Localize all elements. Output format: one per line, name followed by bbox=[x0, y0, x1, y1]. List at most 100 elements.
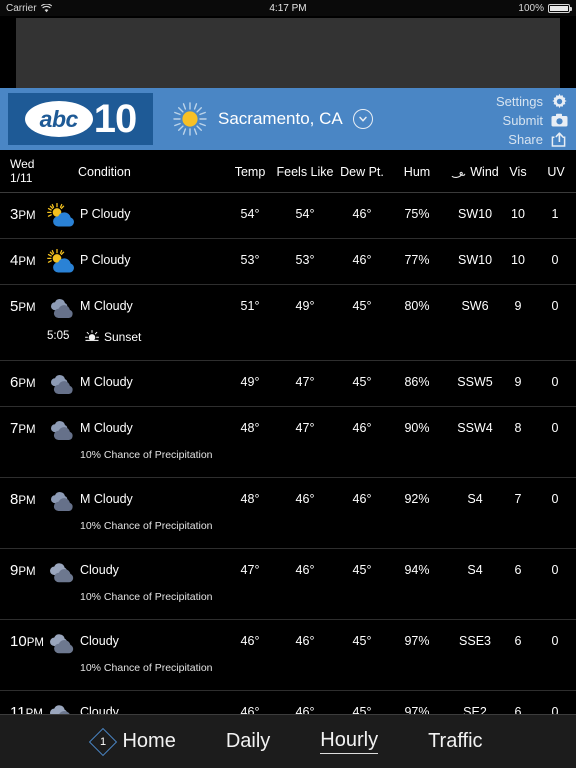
header-uv: UV bbox=[547, 165, 565, 179]
camera-icon bbox=[551, 112, 568, 129]
row-feels: 53° bbox=[295, 253, 315, 267]
share-button[interactable]: Share bbox=[496, 130, 568, 148]
forecast-row[interactable]: 7PM M Cloudy 48° 47° 46° 90% SSW4 8 0 10% Chance … bbox=[0, 407, 576, 478]
row-time: 6PM bbox=[10, 374, 36, 391]
location-selector[interactable]: Sacramento, CA bbox=[172, 88, 373, 150]
forecast-row-main: 8PM M Cloudy 48° 46° 46° 92% S4 7 0 bbox=[0, 478, 576, 523]
row-condition: P Cloudy bbox=[80, 207, 131, 221]
row-hum: 75% bbox=[404, 207, 430, 221]
row-time: 11PM bbox=[10, 704, 43, 714]
share-icon bbox=[551, 131, 568, 148]
row-time: 5PM bbox=[10, 298, 36, 315]
bottom-tab-bar: 1 Home Daily Hourly Traffic bbox=[0, 714, 576, 768]
forecast-table-header: Wed 1/11 Condition Temp Feels Like Dew P… bbox=[0, 150, 576, 193]
row-condition: M Cloudy bbox=[80, 492, 133, 506]
row-feels: 46° bbox=[295, 563, 315, 577]
weather-app-screen: Carrier 4:17 PM 100% abc 10 Sacramento, … bbox=[0, 0, 576, 768]
forecast-row[interactable]: 9PM Cloudy 47° 46° 45° 94% S4 6 0 10% Chance of P… bbox=[0, 549, 576, 620]
row-wind: SW10 bbox=[457, 207, 493, 221]
ad-banner-placeholder[interactable] bbox=[16, 18, 560, 88]
chevron-down-circle-icon[interactable] bbox=[352, 109, 373, 129]
row-temp: 48° bbox=[240, 492, 260, 506]
share-label: Share bbox=[508, 131, 543, 147]
home-diamond-icon: 1 bbox=[89, 727, 118, 756]
partly-cloudy-icon bbox=[47, 248, 77, 275]
row-time: 9PM bbox=[10, 562, 36, 579]
abc10-logo[interactable]: abc 10 bbox=[8, 93, 153, 145]
row-time-suffix: PM bbox=[18, 495, 36, 507]
battery-percent-label: 100% bbox=[518, 2, 544, 14]
forecast-row-main: 6PM M Cloudy 49° 47° 45° 86% SSW5 9 0 bbox=[0, 361, 576, 406]
precip-text: 10% Chance of Precipitation bbox=[80, 591, 213, 603]
status-bar-left: Carrier bbox=[6, 3, 52, 14]
row-hum: 97% bbox=[404, 705, 430, 714]
tab-traffic[interactable]: Traffic bbox=[424, 728, 486, 755]
row-vis: 8 bbox=[514, 421, 522, 435]
mostly-cloudy-icon bbox=[47, 295, 77, 321]
tab-hourly[interactable]: Hourly bbox=[316, 727, 382, 756]
header-dew-point: Dew Pt. bbox=[340, 165, 384, 179]
row-uv: 0 bbox=[551, 421, 559, 435]
mostly-cloudy-icon bbox=[47, 417, 77, 443]
tab-home[interactable]: 1 Home bbox=[89, 727, 179, 756]
forecast-row-precip: 10% Chance of Precipitation bbox=[0, 449, 576, 477]
submit-button[interactable]: Submit bbox=[496, 111, 568, 129]
row-vis: 9 bbox=[514, 299, 522, 313]
row-vis: 9 bbox=[514, 375, 522, 389]
carrier-label: Carrier bbox=[6, 2, 37, 14]
submit-label: Submit bbox=[502, 112, 543, 128]
tab-daily[interactable]: Daily bbox=[222, 728, 274, 755]
row-time-suffix: PM bbox=[26, 637, 44, 649]
row-time-suffix: PM bbox=[18, 210, 36, 222]
row-vis: 10 bbox=[511, 207, 525, 221]
row-temp: 46° bbox=[240, 634, 260, 648]
forecast-row[interactable]: 6PM M Cloudy 49° 47° 45° 86% SSW5 9 0 bbox=[0, 361, 576, 407]
row-temp: 53° bbox=[240, 253, 260, 267]
row-wind: SW6 bbox=[461, 299, 489, 313]
tab-hourly-label: Hourly bbox=[320, 729, 379, 754]
row-wind: S4 bbox=[467, 563, 483, 577]
row-time-suffix: PM bbox=[18, 378, 36, 390]
forecast-row-main: 9PM Cloudy 47° 46° 45° 94% S4 6 0 bbox=[0, 549, 576, 594]
row-dew: 46° bbox=[352, 207, 372, 221]
header-date: Wed 1/11 bbox=[10, 157, 34, 185]
forecast-row[interactable]: 4PM P Cloudy 53° 53° 46° 77% SW10 10 0 bbox=[0, 239, 576, 285]
gear-icon bbox=[551, 93, 568, 110]
row-vis: 7 bbox=[514, 492, 522, 506]
row-condition: Cloudy bbox=[80, 705, 119, 714]
forecast-row[interactable]: 10PM Cloudy 46° 46° 45° 97% SSE3 6 0 10% Chance o… bbox=[0, 620, 576, 691]
row-temp: 54° bbox=[240, 207, 260, 221]
wind-icon bbox=[451, 168, 466, 178]
settings-button[interactable]: Settings bbox=[496, 92, 568, 110]
row-hum: 77% bbox=[404, 253, 430, 267]
row-temp: 47° bbox=[240, 563, 260, 577]
forecast-row-main: 7PM M Cloudy 48° 47° 46° 90% SSW4 8 0 bbox=[0, 407, 576, 452]
row-hum: 92% bbox=[404, 492, 430, 506]
mostly-cloudy-icon bbox=[47, 488, 77, 514]
forecast-row[interactable]: 5PM M Cloudy 51° 49° 45° 80% SW6 9 0 5:05 Sunset bbox=[0, 285, 576, 361]
row-temp: 46° bbox=[240, 705, 260, 714]
row-feels: 46° bbox=[295, 705, 315, 714]
forecast-row-main: 10PM Cloudy 46° 46° 45° 97% SSE3 6 0 bbox=[0, 620, 576, 665]
header-wind-label: Wind bbox=[470, 165, 499, 179]
status-bar-right: 100% bbox=[518, 2, 572, 14]
row-temp: 51° bbox=[240, 299, 260, 313]
forecast-row[interactable]: 11PMCloudy46°46°45°97%SE26020% Chance of… bbox=[0, 691, 576, 714]
row-feels: 47° bbox=[295, 421, 315, 435]
row-uv: 0 bbox=[551, 563, 559, 577]
cloudy-icon bbox=[47, 701, 77, 714]
sunset-icon bbox=[85, 330, 99, 344]
row-dew: 45° bbox=[352, 563, 372, 577]
hourly-forecast-list[interactable]: 3PM P Cloudy 54° 54° 46° 75% SW10 10 1 4PM P Cloud… bbox=[0, 193, 576, 714]
cloudy-icon bbox=[47, 630, 77, 656]
row-uv: 0 bbox=[551, 705, 559, 714]
row-vis: 6 bbox=[514, 634, 522, 648]
forecast-row[interactable]: 8PM M Cloudy 48° 46° 46° 92% S4 7 0 10% Chance of… bbox=[0, 478, 576, 549]
row-uv: 1 bbox=[551, 207, 559, 221]
header-actions: Settings Submit Share bbox=[496, 92, 568, 148]
forecast-row-event: 5:05 Sunset bbox=[0, 330, 576, 360]
header-feels-like: Feels Like bbox=[276, 165, 334, 179]
forecast-row[interactable]: 3PM P Cloudy 54° 54° 46° 75% SW10 10 1 bbox=[0, 193, 576, 239]
row-wind: SW10 bbox=[457, 253, 493, 267]
row-hum: 86% bbox=[404, 375, 430, 389]
